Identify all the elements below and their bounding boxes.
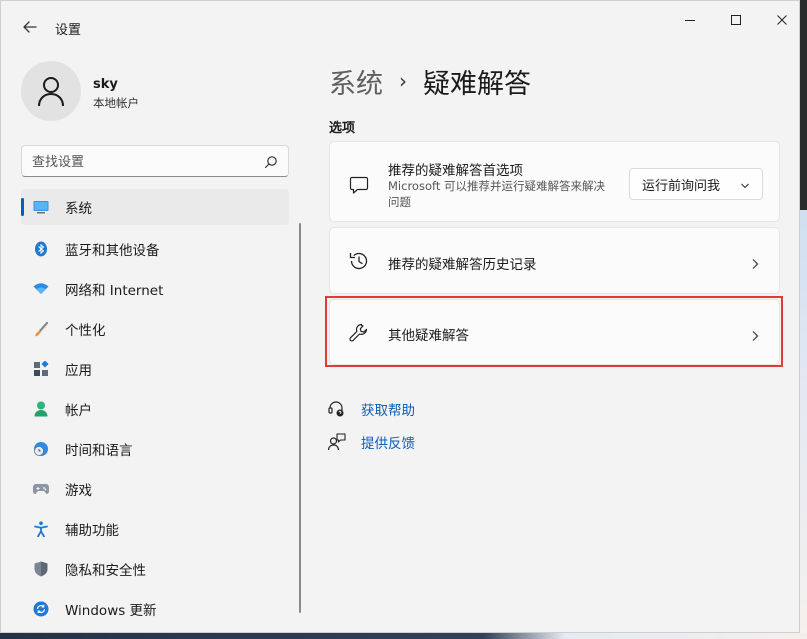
give-feedback-link[interactable]: 提供反馈 xyxy=(327,432,415,452)
sidebar-item-label: 应用 xyxy=(65,363,92,379)
gaming-icon xyxy=(33,481,49,497)
system-icon xyxy=(33,199,49,215)
highlight-box xyxy=(325,296,783,367)
give-feedback-label: 提供反馈 xyxy=(361,436,415,452)
search-icon[interactable] xyxy=(264,154,278,173)
sidebar-item-label: 辅助功能 xyxy=(65,523,119,539)
get-help-label: 获取帮助 xyxy=(361,403,415,419)
sidebar-item-label: 时间和语言 xyxy=(65,443,133,459)
history-title: 推荐的疑难解答历史记录 xyxy=(388,257,537,273)
preferences-title: 推荐的疑难解答首选项 xyxy=(388,163,523,179)
apps-icon xyxy=(33,361,49,377)
get-help-link[interactable]: 获取帮助 xyxy=(327,399,415,419)
sidebar-item-label: 蓝牙和其他设备 xyxy=(65,243,160,259)
breadcrumb: 系统 › 疑难解答 xyxy=(329,61,531,101)
section-label: 选项 xyxy=(329,121,356,136)
sidebar-item-windows-update[interactable]: Windows 更新 xyxy=(21,589,289,629)
sidebar-nav: 系统 蓝牙和其他设备 网络和 Internet 个性化 应用 帐户 时间和语言 … xyxy=(21,189,289,629)
sidebar-item-accounts[interactable]: 帐户 xyxy=(21,389,289,429)
sidebar-scrollbar[interactable] xyxy=(299,223,301,613)
chevron-down-icon xyxy=(740,180,750,195)
search-box xyxy=(21,145,289,177)
chat-bubble-icon xyxy=(348,174,370,196)
feedback-icon xyxy=(327,432,347,452)
sidebar-item-privacy[interactable]: 隐私和安全性 xyxy=(21,549,289,589)
close-icon xyxy=(777,15,787,25)
app-title: 设置 xyxy=(55,23,82,38)
windows-update-icon xyxy=(33,601,49,617)
minimize-icon xyxy=(685,20,695,21)
sidebar-item-label: 帐户 xyxy=(65,403,92,419)
sidebar-item-label: 个性化 xyxy=(65,323,106,339)
accounts-icon xyxy=(33,401,49,417)
bluetooth-icon xyxy=(33,241,49,257)
chevron-right-icon xyxy=(749,255,761,269)
sidebar-item-label: 隐私和安全性 xyxy=(65,563,146,579)
history-card[interactable]: 推荐的疑难解答历史记录 xyxy=(329,227,780,294)
history-icon xyxy=(348,250,370,272)
search-input[interactable] xyxy=(32,152,252,172)
page-title: 疑难解答 xyxy=(423,68,531,100)
sidebar-item-accessibility[interactable]: 辅助功能 xyxy=(21,509,289,549)
sidebar-item-bluetooth[interactable]: 蓝牙和其他设备 xyxy=(21,229,289,269)
maximize-button[interactable] xyxy=(724,9,748,31)
sidebar-item-personalization[interactable]: 个性化 xyxy=(21,309,289,349)
user-icon xyxy=(38,77,64,107)
desktop-background xyxy=(800,210,807,639)
sidebar-item-time-language[interactable]: 时间和语言 xyxy=(21,429,289,469)
sidebar-item-label: 网络和 Internet xyxy=(65,283,164,299)
sidebar-item-label: 系统 xyxy=(65,201,92,217)
back-arrow-icon[interactable] xyxy=(21,18,39,36)
sidebar-item-gaming[interactable]: 游戏 xyxy=(21,469,289,509)
breadcrumb-parent[interactable]: 系统 xyxy=(329,62,383,101)
taskbar-edge xyxy=(0,633,807,639)
sidebar-item-label: 游戏 xyxy=(65,483,92,499)
preferences-description: Microsoft 可以推荐并运行疑难解答来解决问题 xyxy=(388,179,605,209)
user-name: sky xyxy=(93,77,118,92)
network-icon xyxy=(33,281,49,297)
personalization-icon xyxy=(33,321,49,337)
avatar[interactable] xyxy=(21,61,81,121)
account-type: 本地帐户 xyxy=(93,96,139,110)
active-indicator xyxy=(21,198,24,216)
maximize-icon xyxy=(731,15,741,25)
sidebar-item-apps[interactable]: 应用 xyxy=(21,349,289,389)
breadcrumb-separator: › xyxy=(399,69,407,93)
close-button[interactable] xyxy=(770,9,794,31)
sidebar-item-label: Windows 更新 xyxy=(65,603,157,619)
preferences-card: 推荐的疑难解答首选项 Microsoft 可以推荐并运行疑难解答来解决问题 运行… xyxy=(329,141,780,222)
accessibility-icon xyxy=(33,521,49,537)
sidebar-item-network[interactable]: 网络和 Internet xyxy=(21,269,289,309)
settings-window: 设置 sky 本地帐户 系统 xyxy=(0,0,800,633)
dropdown-value: 运行前询问我 xyxy=(642,178,721,194)
minimize-button[interactable] xyxy=(678,9,702,31)
time-language-icon xyxy=(33,441,49,457)
help-icon xyxy=(327,399,347,419)
preferences-dropdown[interactable]: 运行前询问我 xyxy=(629,168,763,200)
privacy-shield-icon xyxy=(33,561,49,577)
sidebar-item-system[interactable]: 系统 xyxy=(21,189,289,225)
